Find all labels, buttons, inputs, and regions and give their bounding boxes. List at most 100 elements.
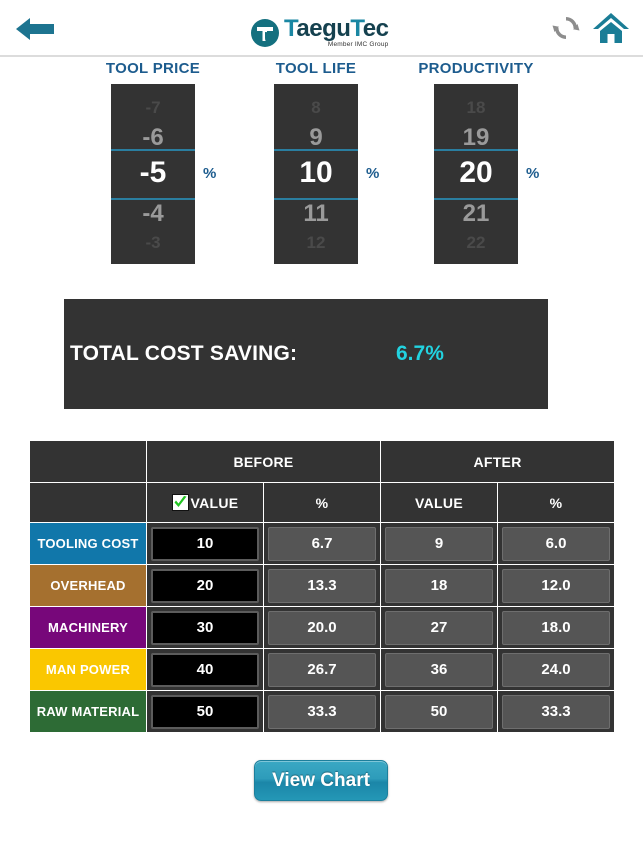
table-group-header-row: BEFORE AFTER bbox=[29, 440, 616, 483]
value-before-pct: 6.7 bbox=[268, 526, 377, 561]
row-label-overhead: OVERHEAD bbox=[29, 564, 147, 607]
total-cost-saving-label: TOTAL COST SAVING: bbox=[70, 342, 298, 365]
value-after-value: 27 bbox=[385, 610, 494, 645]
cell-before-pct: 26.7 bbox=[262, 648, 382, 691]
cell-before-value[interactable]: 20 bbox=[146, 564, 264, 607]
value-before-pct: 20.0 bbox=[268, 610, 377, 645]
cell-before-pct: 33.3 bbox=[262, 690, 382, 733]
table-header-after: AFTER bbox=[380, 440, 616, 483]
table-row: MACHINERY 30 20.0 27 18.0 bbox=[29, 606, 616, 649]
picker-selected-value-productivity[interactable]: 20 bbox=[434, 158, 518, 188]
app-header: TaeguTec Member IMC Group bbox=[0, 0, 643, 57]
cell-before-value[interactable]: 10 bbox=[146, 522, 264, 565]
view-chart-button[interactable]: View Chart bbox=[254, 760, 388, 801]
picker-group-tool-price: TOOL PRICE -7 -6 -5 -4 -3 % bbox=[106, 60, 216, 270]
picker-selection-line-top bbox=[434, 149, 518, 151]
logo-letter-t1: T bbox=[284, 15, 297, 43]
value-after-pct: 24.0 bbox=[502, 652, 611, 687]
table-subheader-before-value-label: VALUE bbox=[190, 494, 239, 511]
taegutec-logo-mark bbox=[250, 18, 280, 48]
picker-option[interactable]: 22 bbox=[434, 234, 518, 251]
picker-option[interactable]: 21 bbox=[434, 202, 518, 226]
picker-title-tool-price: TOOL PRICE bbox=[105, 60, 201, 77]
cell-after-value: 18 bbox=[380, 564, 499, 607]
cell-after-value: 27 bbox=[380, 606, 499, 649]
taegutec-logo: TaeguTec Member IMC Group bbox=[250, 13, 400, 53]
before-value-checkbox[interactable] bbox=[171, 494, 189, 511]
cell-before-value[interactable]: 50 bbox=[146, 690, 264, 733]
table-subheader-before-pct: % bbox=[262, 482, 382, 523]
picker-title-tool-life: TOOL LIFE bbox=[275, 60, 357, 77]
picker-option[interactable]: 18 bbox=[434, 99, 518, 116]
input-before-value[interactable]: 10 bbox=[151, 526, 259, 561]
cell-after-pct: 6.0 bbox=[497, 522, 616, 565]
picker-group-productivity: PRODUCTIVITY 18 19 20 21 22 % bbox=[418, 60, 539, 270]
cell-after-pct: 12.0 bbox=[497, 564, 616, 607]
cell-before-value[interactable]: 30 bbox=[146, 606, 264, 649]
picker-unit-productivity: % bbox=[526, 165, 540, 182]
row-label-machinery: MACHINERY bbox=[29, 606, 147, 649]
picker-option[interactable]: 19 bbox=[434, 126, 518, 150]
value-before-pct: 13.3 bbox=[268, 568, 377, 603]
value-after-value: 18 bbox=[385, 568, 494, 603]
cell-before-pct: 13.3 bbox=[262, 564, 382, 607]
table-sub-header-row: VALUE % VALUE % bbox=[29, 482, 616, 523]
value-before-pct: 33.3 bbox=[268, 694, 377, 729]
picker-option[interactable]: 12 bbox=[274, 234, 358, 251]
cell-after-value: 9 bbox=[380, 522, 499, 565]
picker-productivity[interactable]: 18 19 20 21 22 bbox=[434, 84, 518, 264]
picker-unit-tool-price: % bbox=[203, 165, 217, 182]
input-before-value[interactable]: 50 bbox=[151, 694, 259, 729]
table-corner-cell-2 bbox=[29, 482, 147, 523]
logo-letter-t2: T bbox=[350, 15, 363, 43]
cell-before-value[interactable]: 40 bbox=[146, 648, 264, 691]
logo-letters-aegu: aegu bbox=[296, 15, 351, 43]
table-row: OVERHEAD 20 13.3 18 12.0 bbox=[29, 564, 616, 607]
picker-option[interactable]: 9 bbox=[274, 126, 358, 150]
picker-option[interactable]: 8 bbox=[274, 99, 358, 116]
cell-after-pct: 33.3 bbox=[497, 690, 616, 733]
refresh-icon[interactable] bbox=[551, 13, 581, 43]
value-before-pct: 26.7 bbox=[268, 652, 377, 687]
logo-letters-ec: ec bbox=[362, 15, 389, 43]
app-root: TaeguTec Member IMC Group TOOL PRICE -7 … bbox=[0, 0, 643, 857]
value-after-pct: 12.0 bbox=[502, 568, 611, 603]
total-cost-saving-banner: TOTAL COST SAVING: 6.7% bbox=[64, 299, 548, 409]
back-arrow-icon[interactable] bbox=[14, 15, 56, 43]
cell-after-value: 50 bbox=[380, 690, 499, 733]
picker-option[interactable]: -3 bbox=[111, 234, 195, 251]
picker-unit-tool-life: % bbox=[366, 165, 380, 182]
picker-selection-line-top bbox=[274, 149, 358, 151]
cell-after-pct: 24.0 bbox=[497, 648, 616, 691]
table-subheader-before-value: VALUE bbox=[146, 482, 264, 523]
value-after-value: 50 bbox=[385, 694, 494, 729]
picker-option[interactable]: -4 bbox=[111, 202, 195, 226]
input-before-value[interactable]: 30 bbox=[151, 610, 259, 645]
row-label-raw-material: RAW MATERIAL bbox=[29, 690, 147, 733]
table-row: MAN POWER 40 26.7 36 24.0 bbox=[29, 648, 616, 691]
value-after-pct: 6.0 bbox=[502, 526, 611, 561]
picker-group-tool-life: TOOL LIFE 8 9 10 11 12 % bbox=[274, 60, 379, 270]
value-after-value: 36 bbox=[385, 652, 494, 687]
picker-tool-price[interactable]: -7 -6 -5 -4 -3 bbox=[111, 84, 195, 264]
value-after-pct: 18.0 bbox=[502, 610, 611, 645]
picker-option[interactable]: -6 bbox=[111, 126, 195, 150]
cell-after-pct: 18.0 bbox=[497, 606, 616, 649]
picker-selection-line-top bbox=[111, 149, 195, 151]
input-before-value[interactable]: 20 bbox=[151, 568, 259, 603]
table-subheader-after-pct: % bbox=[497, 482, 616, 523]
picker-tool-life[interactable]: 8 9 10 11 12 bbox=[274, 84, 358, 264]
logo-subtitle: Member IMC Group bbox=[327, 41, 389, 49]
picker-option[interactable]: -7 bbox=[111, 99, 195, 116]
logo-wordmark: TaeguTec bbox=[284, 17, 389, 41]
picker-option[interactable]: 11 bbox=[274, 202, 358, 226]
picker-selected-value-tool-life[interactable]: 10 bbox=[274, 158, 358, 188]
value-after-pct: 33.3 bbox=[502, 694, 611, 729]
cost-comparison-table: BEFORE AFTER VALUE % VALUE % TOOLING COS… bbox=[29, 440, 616, 733]
cell-after-value: 36 bbox=[380, 648, 499, 691]
home-icon[interactable] bbox=[592, 10, 630, 46]
picker-selected-value-tool-price[interactable]: -5 bbox=[111, 158, 195, 188]
table-subheader-after-value: VALUE bbox=[380, 482, 499, 523]
input-before-value[interactable]: 40 bbox=[151, 652, 259, 687]
value-after-value: 9 bbox=[385, 526, 494, 561]
